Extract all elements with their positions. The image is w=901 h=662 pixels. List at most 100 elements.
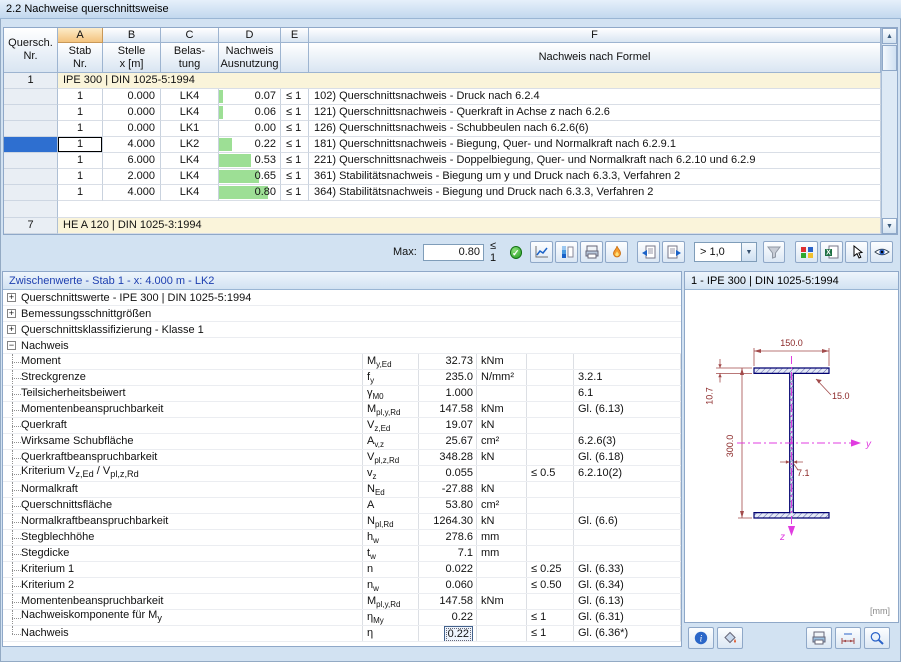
column-letter-c[interactable]: C	[161, 28, 219, 43]
expand-toggle-icon[interactable]: +	[7, 309, 16, 318]
symbol-sub: w	[373, 584, 379, 593]
details-row[interactable]: Moment My,Ed 32.73 kNm	[3, 354, 681, 370]
print-preview-button[interactable]	[580, 241, 603, 263]
scroll-up-button[interactable]: ▲	[882, 28, 897, 44]
column-letter-e[interactable]: E	[281, 28, 309, 43]
visibility-button[interactable]	[870, 241, 893, 263]
stab-cell: 1	[58, 185, 103, 201]
details-group-row[interactable]: + Bemessungsschnittgrößen	[3, 306, 681, 322]
value-cell: 1.000	[419, 386, 477, 401]
column-header-nachweis[interactable]: Nachweis Ausnutzung	[219, 43, 281, 73]
symbol-cell: vz	[363, 466, 419, 481]
max-value-field[interactable]: 0.80	[423, 244, 484, 261]
details-row[interactable]: Nachweis η 0.22 ≤ 1 Gl. (6.36*)	[3, 626, 681, 642]
expand-toggle-icon[interactable]: −	[7, 341, 16, 350]
table-group-row[interactable]: 1 IPE 300 | DIN 1025-5:1994	[4, 73, 881, 89]
next-table-button[interactable]	[662, 241, 685, 263]
criterion	[527, 498, 574, 513]
filter-button[interactable]	[763, 241, 785, 263]
row-selector-cell[interactable]	[4, 153, 58, 169]
details-body: + Querschnittswerte - IPE 300 | DIN 1025…	[3, 290, 681, 646]
color-relation-button[interactable]	[795, 241, 818, 263]
details-row[interactable]: Querkraft Vz,Ed 19.07 kN	[3, 418, 681, 434]
zoom-section-button[interactable]	[864, 627, 890, 649]
scroll-down-button[interactable]: ▼	[882, 218, 897, 234]
info-button[interactable]: i	[688, 627, 714, 649]
column-letter-b[interactable]: B	[103, 28, 161, 43]
results-scrollbar[interactable]: ▲ ▼	[881, 28, 897, 234]
header-line: Nachweis nach Formel	[539, 51, 651, 64]
column-header-quersch-nr[interactable]: Quersch. Nr.	[4, 28, 58, 73]
details-row[interactable]: Querschnittsfläche A 53.80 cm²	[3, 498, 681, 514]
details-row[interactable]: Momentenbeanspruchbarkeit Mpl,y,Rd 147.5…	[3, 402, 681, 418]
expand-toggle-icon[interactable]: +	[7, 325, 16, 334]
details-row[interactable]: Stegdicke tw 7.1 mm	[3, 546, 681, 562]
chevron-down-icon[interactable]: ▼	[741, 243, 756, 261]
result-diagram-button[interactable]	[530, 241, 553, 263]
reference: Gl. (6.36*)	[574, 626, 681, 641]
value: 7.1	[458, 547, 473, 559]
print-graphic-button[interactable]	[806, 627, 832, 649]
table-row[interactable]: 1 6.000 LK4 0.53 ≤ 1 221) Querschnittsna…	[4, 153, 881, 169]
details-row[interactable]: Normalkraftbeanspruchbarkeit Npl,Rd 1264…	[3, 514, 681, 530]
details-row[interactable]: Querkraftbeanspruchbarkeit Vpl,z,Rd 348.…	[3, 450, 681, 466]
row-selector-cell[interactable]	[4, 185, 58, 201]
details-group-row[interactable]: + Querschnittswerte - IPE 300 | DIN 1025…	[3, 290, 681, 306]
panel-buttons-right	[806, 627, 890, 649]
cursor-icon	[849, 245, 865, 259]
scroll-thumb[interactable]	[882, 45, 897, 71]
table-row[interactable]: 1 0.000 LK4 0.07 ≤ 1 102) Querschnittsna…	[4, 89, 881, 105]
column-header-formel[interactable]: Nachweis nach Formel	[309, 43, 881, 73]
column-letter-d[interactable]: D	[219, 28, 281, 43]
expand-toggle-icon[interactable]: +	[7, 293, 16, 302]
tree-connector	[3, 482, 21, 497]
pick-object-button[interactable]	[845, 241, 868, 263]
fire-design-button[interactable]	[605, 241, 628, 263]
table-row[interactable]: 1 0.000 LK1 0.00 ≤ 1 126) Querschnittsna…	[4, 121, 881, 137]
details-row-label: Querschnittsfläche	[21, 498, 112, 513]
column-header-stab[interactable]: Stab Nr.	[58, 43, 103, 73]
row-selector-cell[interactable]	[4, 169, 58, 185]
details-row[interactable]: Normalkraft NEd -27.88 kN	[3, 482, 681, 498]
row-selector-cell[interactable]	[4, 89, 58, 105]
table-group-row[interactable]	[4, 201, 881, 218]
color-scale-button[interactable]	[555, 241, 578, 263]
column-header-belastung[interactable]: Belas- tung	[161, 43, 219, 73]
prev-table-button[interactable]	[637, 241, 660, 263]
table-row[interactable]: 1 4.000 LK2 0.22 ≤ 1 181) Querschnittsna…	[4, 137, 881, 153]
reference: Gl. (6.13)	[574, 594, 681, 609]
row-selector-cell[interactable]	[4, 137, 58, 153]
details-row[interactable]: Stegblechhöhe hw 278.6 mm	[3, 530, 681, 546]
column-letter-a[interactable]: A	[58, 28, 103, 43]
column-letter-f[interactable]: F	[309, 28, 881, 43]
details-row[interactable]: Kriterium Vz,Ed / Vpl,z,Rd vz 0.055 ≤ 0.…	[3, 466, 681, 482]
colors-button[interactable]	[717, 627, 743, 649]
tree-connector	[3, 354, 21, 369]
criterion	[527, 546, 574, 561]
dimensioning-button[interactable]	[835, 627, 861, 649]
column-header-stelle[interactable]: Stelle x [m]	[103, 43, 161, 73]
column-header-e-empty[interactable]	[281, 43, 309, 73]
details-row[interactable]: Momentenbeanspruchbarkeit Mpl,y,Rd 147.5…	[3, 594, 681, 610]
table-row[interactable]: 1 4.000 LK4 0.80 ≤ 1 364) Stabilitätsnac…	[4, 185, 881, 201]
dim-web: 7.1	[797, 468, 810, 478]
details-row[interactable]: Streckgrenze fy 235.0 N/mm² 3.2.1	[3, 370, 681, 386]
filter-value: > 1,0	[695, 246, 741, 258]
table-row[interactable]: 1 2.000 LK4 0.65 ≤ 1 361) Stabilitätsnac…	[4, 169, 881, 185]
details-row[interactable]: Nachweiskomponente für My ηMy 0.22 ≤ 1 G…	[3, 610, 681, 626]
criterion-cell: ≤ 1	[281, 121, 309, 137]
group-section-label: HE A 120 | DIN 1025-3:1994	[58, 218, 881, 234]
excel-export-button[interactable]: X	[820, 241, 843, 263]
details-group-row[interactable]: − Nachweis	[3, 338, 681, 354]
row-selector-cell[interactable]	[4, 121, 58, 137]
table-row[interactable]: 1 0.000 LK4 0.06 ≤ 1 121) Querschnittsna…	[4, 105, 881, 121]
details-row[interactable]: Wirksame Schubfläche Av,z 25.67 cm² 6.2.…	[3, 434, 681, 450]
details-row[interactable]: Kriterium 1 n 0.022 ≤ 0.25 Gl. (6.33)	[3, 562, 681, 578]
unit	[477, 386, 527, 401]
utilization-filter-select[interactable]: > 1,0 ▼	[694, 242, 757, 262]
details-row[interactable]: Teilsicherheitsbeiwert γM0 1.000 6.1	[3, 386, 681, 402]
details-group-row[interactable]: + Querschnittsklassifizierung - Klasse 1	[3, 322, 681, 338]
details-row[interactable]: Kriterium 2 nw 0.060 ≤ 0.50 Gl. (6.34)	[3, 578, 681, 594]
table-group-row[interactable]: 7 HE A 120 | DIN 1025-3:1994	[4, 218, 881, 234]
row-selector-cell[interactable]	[4, 105, 58, 121]
